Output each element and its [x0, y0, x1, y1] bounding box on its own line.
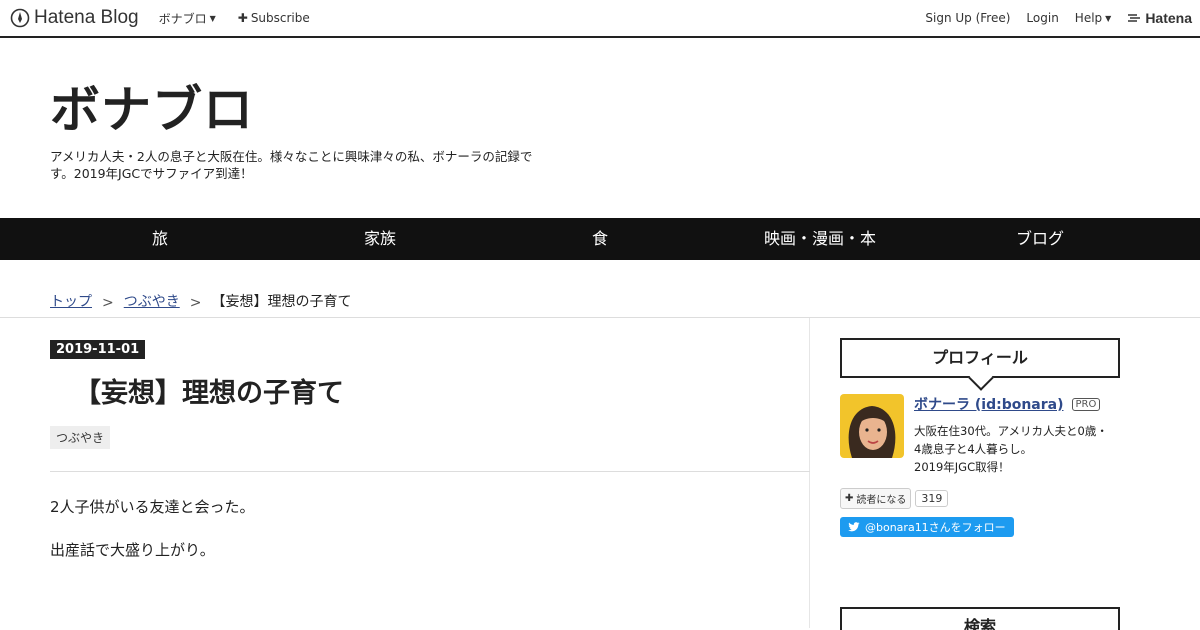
nav-item-blog[interactable]: ブログ	[930, 218, 1150, 260]
nav-item-travel[interactable]: 旅	[50, 218, 270, 260]
search-heading: 検索	[840, 607, 1120, 630]
caret-down-icon: ▼	[1105, 13, 1112, 23]
avatar-illustration	[848, 406, 896, 458]
category-nav: 旅 家族 食 映画・漫画・本 ブログ	[0, 218, 1200, 260]
global-header: Hatena Blog ボナブロ ▼ ✚ Subscribe Sign Up (…	[0, 0, 1200, 38]
profile-name-link[interactable]: ボナーラ (id:bonara)	[914, 394, 1064, 414]
twitter-follow-label: @bonara11さんをフォロー	[865, 521, 1006, 534]
nav-item-media[interactable]: 映画・漫画・本	[710, 218, 930, 260]
hatena-label: Hatena	[1145, 10, 1192, 26]
breadcrumb: トップ > つぶやき > 【妄想】理想の子育て	[0, 260, 1200, 318]
entry-category-tag[interactable]: つぶやき	[50, 426, 111, 449]
entry: 2019-11-01 【妄想】理想の子育て つぶやき 2人子供がいる友達と会った…	[50, 318, 810, 628]
subscribe-reader-button[interactable]: ✚ 読者になる	[840, 488, 912, 509]
entry-title[interactable]: 【妄想】理想の子育て	[74, 371, 809, 410]
entry-paragraph: 出産話で大盛り上がり。	[50, 541, 215, 559]
hatena-blog-logo[interactable]: Hatena Blog	[10, 7, 139, 29]
help-menu-button[interactable]: Help ▼	[1075, 11, 1112, 25]
plus-icon: ✚	[845, 493, 854, 504]
entry-body: 2人子供がいる友達と会った。 出産話で大盛り上がり。	[50, 496, 809, 560]
avatar[interactable]	[840, 394, 904, 458]
breadcrumb-separator: >	[102, 295, 114, 311]
logo-text: Hatena Blog	[34, 7, 139, 28]
hatena-link[interactable]: Hatena	[1127, 10, 1192, 26]
profile-module: ボナーラ (id:bonara) PRO 大阪在住30代。アメリカ人夫と0歳・ …	[840, 394, 1120, 476]
reader-label: 読者になる	[856, 495, 907, 506]
entry-date[interactable]: 2019-11-01	[50, 340, 146, 359]
reader-widget: ✚ 読者になる 319	[840, 488, 1120, 509]
nav-item-family[interactable]: 家族	[270, 218, 490, 260]
signup-link[interactable]: Sign Up (Free)	[925, 11, 1010, 25]
hatena-stripes-icon	[1128, 14, 1141, 22]
twitter-follow-button[interactable]: @bonara11さんをフォロー	[840, 517, 1014, 537]
twitter-bird-icon	[848, 522, 860, 532]
subscribe-label: Subscribe	[250, 11, 310, 25]
sidebar: プロフィール ボナーラ (id:bonara) PRO 大阪在住30代。アメリカ…	[840, 318, 1120, 630]
breadcrumb-top[interactable]: トップ	[50, 291, 92, 311]
subscribe-button[interactable]: ✚ Subscribe	[238, 11, 310, 25]
blog-description: アメリカ人夫・2人の息子と大阪在住。様々なことに興味津々の私、ボナーラの記録です…	[50, 149, 533, 181]
blog-header: ボナブロ アメリカ人夫・2人の息子と大阪在住。様々なことに興味津々の私、ボナーラ…	[0, 38, 1200, 218]
profile-description-line: 4歳息子と4人暮らし。	[914, 442, 1033, 456]
reader-count: 319	[915, 490, 949, 507]
caret-down-icon: ▼	[209, 13, 216, 23]
blog-menu-button[interactable]: ボナブロ ▼	[159, 10, 216, 27]
login-link[interactable]: Login	[1026, 11, 1058, 25]
pro-badge: PRO	[1071, 397, 1101, 411]
entry-paragraph: 2人子供がいる友達と会った。	[50, 498, 255, 516]
profile-heading: プロフィール	[840, 338, 1120, 378]
hatena-pen-icon	[10, 8, 30, 28]
profile-description-line: 大阪在住30代。アメリカ人夫と0歳・	[914, 424, 1108, 438]
plus-icon: ✚	[237, 11, 248, 25]
profile-description: 大阪在住30代。アメリカ人夫と0歳・ 4歳息子と4人暮らし。 2019年JGC取…	[914, 422, 1108, 476]
profile-description-line: 2019年JGC取得！	[914, 460, 1010, 474]
help-label: Help	[1074, 11, 1103, 25]
divider	[50, 471, 810, 472]
nav-item-food[interactable]: 食	[490, 218, 710, 260]
blog-title[interactable]: ボナブロ	[50, 80, 1150, 140]
breadcrumb-separator: >	[189, 295, 202, 311]
breadcrumb-category[interactable]: つぶやき	[124, 291, 180, 311]
blog-menu-label: ボナブロ	[158, 11, 207, 26]
breadcrumb-current: 【妄想】理想の子育て	[211, 294, 352, 310]
